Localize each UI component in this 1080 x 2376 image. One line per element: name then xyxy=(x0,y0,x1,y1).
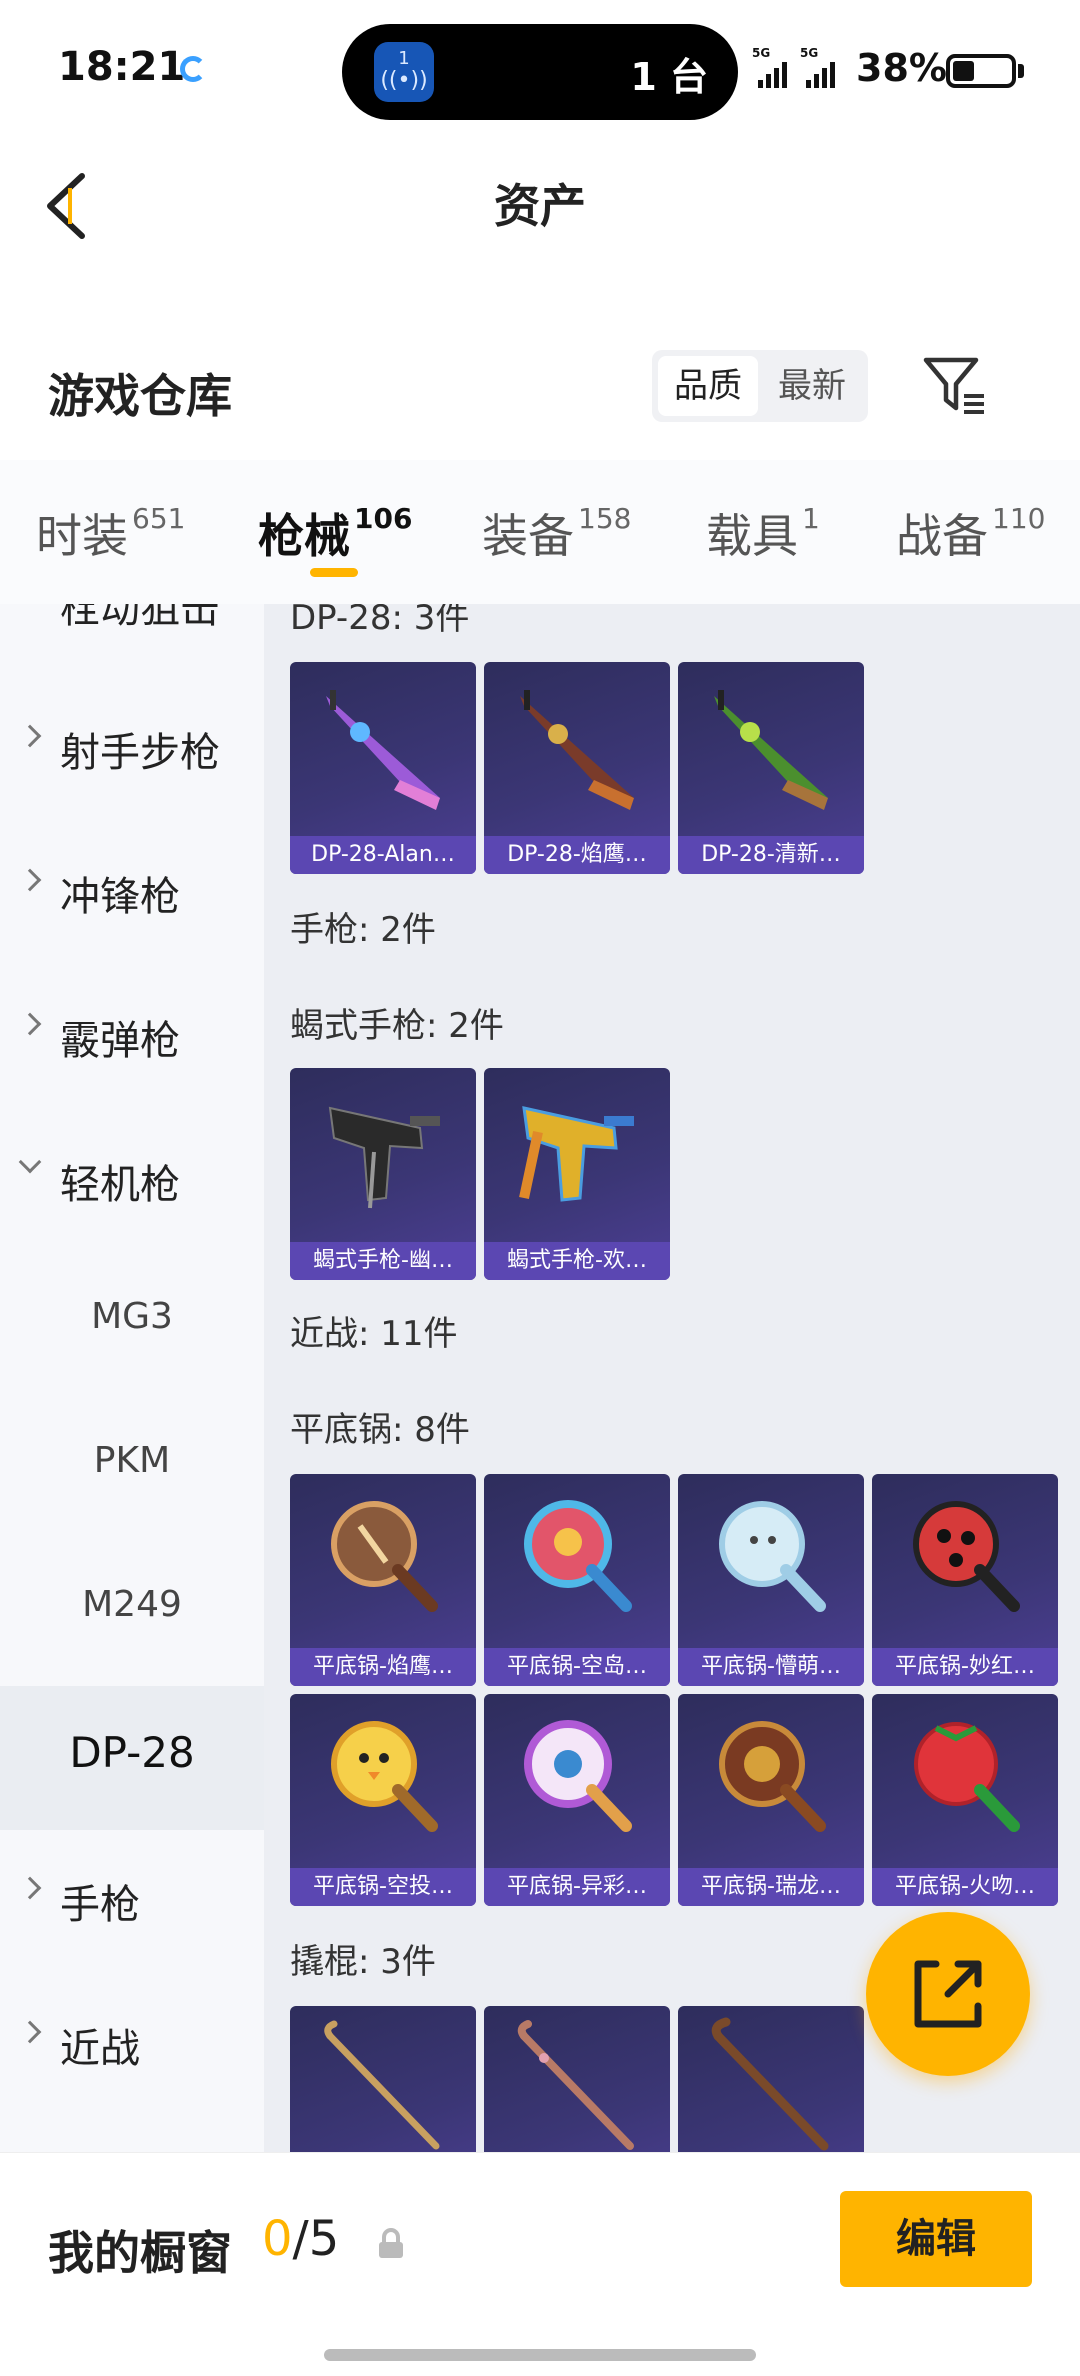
pan-icon xyxy=(914,1722,1020,1832)
item-card[interactable] xyxy=(678,2006,864,2152)
section-label: 平底锅: 8件 xyxy=(290,1410,470,1450)
section-label: 蝎式手枪: 2件 xyxy=(290,1006,504,1046)
dynamic-island[interactable]: 1 ((•)) 1 台 xyxy=(342,24,738,120)
item-card[interactable]: 平底锅-瑞龙… xyxy=(678,1694,864,1906)
tab-guns[interactable]: 枪械 106 xyxy=(258,500,412,566)
sidebar-item-smg[interactable]: 冲锋枪 xyxy=(0,822,264,966)
dp28-rifle-icon xyxy=(520,690,634,810)
chevron-right-icon xyxy=(18,1012,42,1036)
item-card[interactable]: 蝎式手枪-欢… xyxy=(484,1068,670,1280)
sidebar-subitem-m249[interactable]: M249 xyxy=(0,1542,264,1686)
pan-icon xyxy=(719,1721,826,1832)
item-card[interactable]: 平底锅-异彩… xyxy=(484,1694,670,1906)
battery-cap xyxy=(1018,64,1024,78)
sort-toggle: 品质 最新 xyxy=(652,350,868,422)
island-device-count: 1 台 xyxy=(630,55,708,99)
status-bar: 18:21 1 ((•)) 1 台 5G 5G 38% xyxy=(0,0,1080,140)
sort-quality-button[interactable]: 品质 xyxy=(658,356,758,416)
section-label: 近战: 11件 xyxy=(290,1314,458,1354)
sidebar-item-lmg[interactable]: 轻机枪 xyxy=(0,1110,264,1254)
sidebar-subitem-pkm[interactable]: PKM xyxy=(0,1398,264,1542)
sidebar-item-marksman[interactable]: 射手步枪 xyxy=(0,678,264,822)
dp28-rifle-icon xyxy=(326,690,440,810)
item-card[interactable]: 平底锅-火吻… xyxy=(872,1694,1058,1906)
showcase-count: 0/5 xyxy=(262,2211,340,2267)
lock-icon[interactable] xyxy=(374,2227,408,2261)
bottom-bar: 我的橱窗 0/5 编辑 xyxy=(0,2152,1080,2376)
page-title: 资产 xyxy=(494,179,586,233)
notification-app-icon xyxy=(180,56,206,82)
item-card[interactable] xyxy=(484,2006,670,2152)
scorpion-pistol-icon xyxy=(519,1106,634,1202)
pan-icon xyxy=(331,1501,438,1612)
section-label: 撬棍: 3件 xyxy=(290,1942,436,1982)
item-card[interactable]: 平底锅-妙红… xyxy=(872,1474,1058,1686)
item-card[interactable]: 平底锅-焰鹰… xyxy=(290,1474,476,1686)
sidebar-item-melee[interactable]: 近战 xyxy=(0,1974,264,2118)
tab-equipment[interactable]: 装备 158 xyxy=(482,500,631,566)
item-card[interactable] xyxy=(290,2006,476,2152)
share-external-icon xyxy=(914,1960,982,2028)
sidebar-item-bolt-sniper[interactable]: 栓动狙击 xyxy=(0,604,264,678)
pan-icon xyxy=(331,1721,438,1832)
section-label: 手枪: 2件 xyxy=(290,910,436,950)
section-label: DP-28: 3件 xyxy=(290,604,470,638)
pan-icon xyxy=(524,1720,632,1832)
crowbar-icon xyxy=(711,2017,829,2151)
tab-fashion[interactable]: 时装 651 xyxy=(36,500,185,566)
item-card[interactable]: DP-28-焰鹰… xyxy=(484,662,670,874)
item-card[interactable]: 平底锅-空岛… xyxy=(484,1474,670,1686)
item-card[interactable]: 平底锅-懵萌… xyxy=(678,1474,864,1686)
filter-button[interactable] xyxy=(920,350,990,420)
scorpion-pistol-icon xyxy=(328,1106,440,1209)
sidebar-subitem-dp28[interactable]: DP-28 xyxy=(0,1686,264,1830)
crowbar-icon xyxy=(517,2020,634,2150)
crowbar-icon xyxy=(324,2020,440,2150)
pan-icon xyxy=(524,1500,632,1612)
broadcast-icon: 1 ((•)) xyxy=(374,42,434,102)
sidebar-item-pistol[interactable]: 手枪 xyxy=(0,1830,264,1974)
category-tabs: 时装 651 枪械 106 装备 158 载具 1 战备 110 xyxy=(0,460,1080,604)
chevron-right-icon xyxy=(18,2020,42,2044)
edit-button[interactable]: 编辑 xyxy=(840,2191,1032,2287)
chevron-right-icon xyxy=(18,724,42,748)
item-card[interactable]: 蝎式手枪-幽… xyxy=(290,1068,476,1280)
chevron-right-icon xyxy=(18,1876,42,1900)
sidebar-item-shotgun[interactable]: 霰弹枪 xyxy=(0,966,264,1110)
home-indicator[interactable] xyxy=(324,2349,756,2361)
sidebar[interactable]: 栓动狙击 射手步枪 冲锋枪 霰弹枪 轻机枪 MG3 PKM M249 DP-28… xyxy=(0,604,264,2152)
item-card[interactable]: DP-28-Alan… xyxy=(290,662,476,874)
filter-icon xyxy=(923,357,984,414)
sort-newest-button[interactable]: 最新 xyxy=(762,356,862,416)
share-button[interactable] xyxy=(866,1912,1030,2076)
chevron-down-icon xyxy=(18,1150,42,1174)
signal-icon-2: 5G xyxy=(800,46,838,88)
item-card[interactable]: 平底锅-空投… xyxy=(290,1694,476,1906)
battery-level xyxy=(953,61,974,81)
item-card[interactable]: DP-28-清新… xyxy=(678,662,864,874)
dp28-rifle-icon xyxy=(714,690,828,810)
tab-vehicles[interactable]: 载具 1 xyxy=(706,500,820,566)
chevron-right-icon xyxy=(18,868,42,892)
sidebar-subitem-mg3[interactable]: MG3 xyxy=(0,1254,264,1398)
tab-supplies[interactable]: 战备 110 xyxy=(896,500,1045,566)
status-time: 18:21 xyxy=(58,44,186,90)
pan-icon xyxy=(719,1501,826,1612)
showcase-label: 我的橱窗 xyxy=(48,2226,232,2280)
battery-percent: 38% xyxy=(856,46,947,90)
battery-icon xyxy=(946,54,1016,88)
signal-icon: 5G xyxy=(752,46,790,88)
pan-icon xyxy=(913,1501,1020,1612)
active-tab-indicator xyxy=(310,568,358,577)
warehouse-title: 游戏仓库 xyxy=(48,369,232,423)
